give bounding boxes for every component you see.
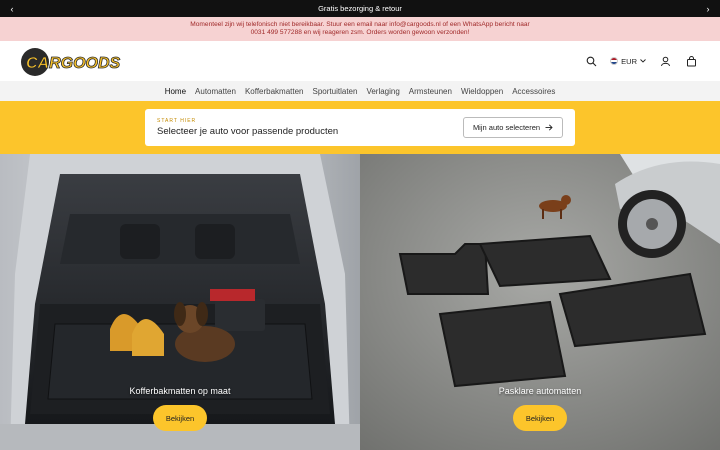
site-header: CARGOODS EUR [0, 41, 720, 81]
select-car-button-label: Mijn auto selecteren [472, 123, 541, 132]
search-icon[interactable] [584, 54, 598, 68]
currency-selector[interactable]: EUR [610, 57, 646, 66]
nav-item-kofferbakmatten[interactable]: Kofferbakmatten [245, 87, 304, 96]
arrow-right-icon [545, 124, 553, 131]
selector-label: Selecteer je auto voor passende producte… [157, 126, 339, 137]
nav-item-wieldoppen[interactable]: Wieldoppen [461, 87, 503, 96]
floor-mats-card-caption: Pasklare automatten [498, 386, 582, 396]
logo-text: CARGOODS [26, 55, 121, 72]
logo[interactable]: CARGOODS [20, 46, 136, 78]
cargoods-logo: CARGOODS [21, 48, 121, 76]
nav-item-verlaging[interactable]: Verlaging [366, 87, 399, 96]
floor-mats-card-view-button[interactable]: Bekijken [513, 405, 567, 431]
next-announcement-button[interactable]: › [699, 0, 717, 17]
flag-nl-icon [610, 57, 619, 65]
announcement-text: Gratis bezorging & retour [318, 4, 402, 13]
nav-item-armsteunen[interactable]: Armsteunen [409, 87, 452, 96]
chevron-down-icon [640, 59, 646, 63]
floor-mats-card[interactable]: Pasklare automatten Bekijken [360, 154, 720, 450]
nav-item-home[interactable]: Home [165, 87, 186, 96]
announcement-bar: ‹ Gratis bezorging & retour › [0, 0, 720, 17]
notice-text: Momenteel zijn wij telefonisch niet bere… [190, 21, 530, 36]
cart-icon[interactable] [684, 54, 698, 68]
notice-banner: Momenteel zijn wij telefonisch niet bere… [0, 17, 720, 41]
car-selector-band: START HIER Selecteer je auto voor passen… [0, 101, 720, 154]
selector-eyebrow: START HIER [157, 118, 197, 124]
main-nav: Home Automatten Kofferbakmatten Sportuit… [0, 81, 720, 101]
trunk-card-view-button[interactable]: Bekijken [153, 405, 207, 431]
nav-item-accessoires[interactable]: Accessoires [512, 87, 555, 96]
car-selector-card: START HIER Selecteer je auto voor passen… [145, 109, 575, 146]
trunk-mats-card[interactable]: Kofferbakmatten op maat Bekijken [0, 154, 360, 450]
trunk-card-caption: Kofferbakmatten op maat [129, 386, 231, 396]
select-car-button[interactable]: Mijn auto selecteren [463, 117, 563, 138]
header-actions: EUR [584, 53, 698, 69]
nav-item-automatten[interactable]: Automatten [195, 87, 236, 96]
prev-announcement-button[interactable]: ‹ [3, 0, 21, 17]
nav-item-sportuitlaten[interactable]: Sportuitlaten [313, 87, 358, 96]
currency-label: EUR [621, 56, 637, 66]
account-icon[interactable] [658, 54, 672, 68]
